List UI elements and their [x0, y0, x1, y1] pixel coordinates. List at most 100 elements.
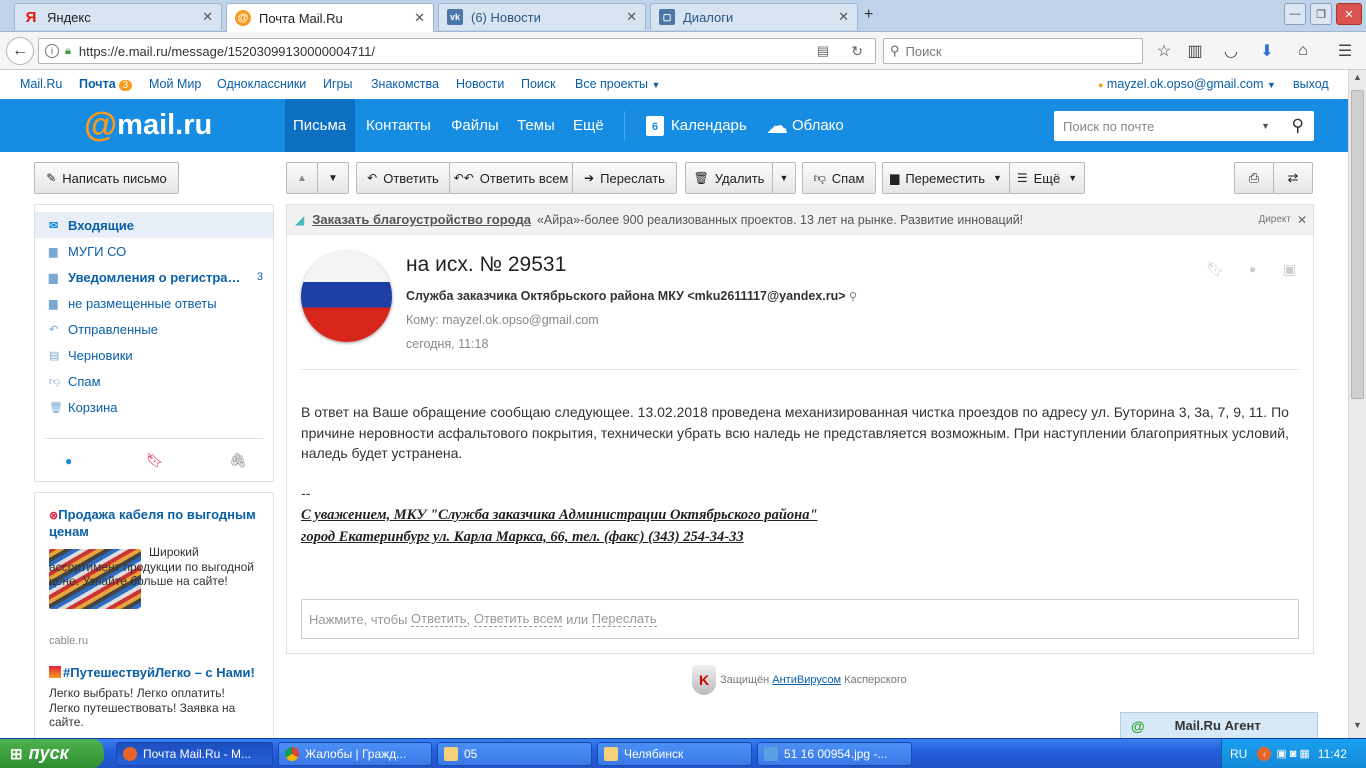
library-icon[interactable]: ▥ — [1185, 41, 1205, 61]
scrollbar-thumb[interactable] — [1351, 90, 1364, 399]
tab-mailru[interactable]: @ Почта Mail.Ru ✕ — [226, 3, 434, 32]
back-button[interactable]: ← — [6, 37, 34, 65]
toggle-view-button[interactable]: ⇄ — [1273, 162, 1313, 194]
message-from[interactable]: Служба заказчика Октябрьского района МКУ… — [406, 289, 857, 303]
portal-link-ok[interactable]: Одноклассники — [217, 77, 306, 91]
home-icon[interactable]: ⌂ — [1293, 41, 1313, 61]
reply-all-button[interactable]: ↶↶ Ответить всем — [449, 162, 573, 194]
minimize-button[interactable]: — — [1284, 3, 1306, 25]
nav-cloud[interactable]: ☁ Облако — [758, 99, 852, 152]
tab-vk-news[interactable]: vk (6) Новости ✕ — [438, 3, 646, 30]
delete-dropdown-button[interactable]: ▼ — [772, 162, 796, 194]
portal-link-moymir[interactable]: Мой Мир — [149, 77, 201, 91]
page-scrollbar[interactable]: ▲ ▼ — [1348, 70, 1366, 738]
search-icon[interactable]: ⚲ — [1292, 116, 1304, 136]
tray-arrow-icon[interactable]: ‹ — [1257, 746, 1272, 761]
start-button[interactable]: ⊞ пуск — [0, 739, 104, 768]
scroll-down-icon[interactable]: ▼ — [1350, 720, 1365, 735]
reload-icon[interactable]: ↻ — [851, 43, 863, 60]
close-icon[interactable]: ✕ — [1297, 213, 1307, 227]
nav-themes[interactable]: Темы — [509, 99, 563, 152]
calendar-icon[interactable]: ▣ — [1283, 261, 1296, 278]
sidebar-item-mugi[interactable]: ▆ МУГИ СО — [35, 238, 273, 264]
user-menu[interactable]: ● mayzel.ok.opso@gmail.com ▼ — [1098, 77, 1276, 91]
menu-icon[interactable]: ☰ — [1335, 41, 1355, 61]
search-icon[interactable]: ⚲ — [849, 291, 857, 303]
close-window-button[interactable]: ✕ — [1336, 3, 1362, 25]
taskbar-item-folder-chelyabinsk[interactable]: Челябинск — [597, 742, 752, 766]
taskbar-item-chrome[interactable]: Жалобы | Гражд... — [278, 742, 432, 766]
sidebar-item-inbox[interactable]: ✉ Входящие — [35, 212, 273, 238]
portal-link-mail[interactable]: Почта 3 — [79, 77, 133, 91]
maximize-button[interactable]: ❐ — [1310, 3, 1332, 25]
scroll-up-icon[interactable]: ▲ — [1350, 72, 1365, 87]
close-icon[interactable]: ✕ — [838, 9, 849, 25]
sidebar-item-notifications[interactable]: ▆ Уведомления о регистра… 3 — [35, 264, 273, 290]
more-button[interactable]: ☰ Ещё ▼ — [1009, 162, 1085, 194]
portal-link-mailru[interactable]: Mail.Ru — [20, 77, 62, 91]
new-tab-button[interactable]: + — [864, 6, 873, 24]
bookmark-star-icon[interactable]: ☆ — [1154, 41, 1174, 61]
tab-yandex[interactable]: Я Яндекс ✕ — [14, 3, 222, 30]
nav-more[interactable]: Ещё — [565, 99, 612, 152]
sidebar-item-drafts[interactable]: ▤ Черновики — [35, 342, 273, 368]
portal-link-dating[interactable]: Знакомства — [371, 77, 439, 91]
sidebar-item-trash[interactable]: 🗑︎ Корзина — [35, 394, 273, 420]
antivirus-link[interactable]: АнтиВирусом — [772, 674, 841, 686]
flag-icon[interactable]: 🔖︎ — [1206, 260, 1225, 278]
portal-link-all-projects[interactable]: Все проекты ▼ — [575, 77, 660, 91]
read-status-icon[interactable]: ● — [1249, 262, 1256, 276]
ad-cable-domain[interactable]: cable.ru — [49, 635, 88, 647]
portal-link-search[interactable]: Поиск — [521, 77, 556, 91]
prev-message-button[interactable]: ▲ — [286, 162, 318, 194]
portal-link-games[interactable]: Игры — [323, 77, 352, 91]
compose-button[interactable]: ✎ Написать письмо — [34, 162, 179, 194]
spam-button[interactable]: 👎︎ Спам — [802, 162, 876, 194]
close-icon[interactable]: ✕ — [414, 10, 425, 26]
portal-link-news[interactable]: Новости — [456, 77, 504, 91]
info-icon[interactable]: i — [45, 44, 59, 58]
next-message-button[interactable]: ▼ — [317, 162, 349, 194]
quick-reply-box[interactable]: Нажмите, чтобы Ответить, Ответить всем и… — [301, 599, 1299, 639]
sidebar-item-spam[interactable]: 👎︎ Спам — [35, 368, 273, 394]
taskbar-item-firefox[interactable]: Почта Mail.Ru - M... — [116, 742, 273, 766]
sidebar-item-unposted[interactable]: ▆ не размещенные ответы — [35, 290, 273, 316]
print-button[interactable]: ⎙ — [1234, 162, 1274, 194]
tray-app-icon[interactable]: ▦ — [1299, 747, 1309, 760]
tray-volume-icon[interactable]: ◙ — [1290, 748, 1297, 760]
direct-ad-link[interactable]: Заказать благоустройство города — [312, 212, 531, 227]
nav-letters[interactable]: Письма — [285, 99, 355, 152]
flagged-filter-icon[interactable]: 🔖︎ — [146, 452, 164, 469]
language-indicator[interactable]: RU — [1230, 747, 1247, 761]
close-icon[interactable]: ✕ — [202, 9, 213, 25]
nav-files[interactable]: Файлы — [443, 99, 507, 152]
ad-cable-title[interactable]: ⊗Продажа кабеля по выгодным ценам — [49, 507, 264, 540]
chevron-down-icon[interactable]: ▼ — [1261, 121, 1270, 131]
quick-reply-all-link[interactable]: Ответить всем — [473, 611, 563, 627]
tab-vk-dialogs[interactable]: ▢ Диалоги ✕ — [650, 3, 858, 30]
logout-link[interactable]: выход — [1293, 77, 1329, 91]
reply-button[interactable]: ↶ Ответить — [356, 162, 450, 194]
mail-search-input[interactable]: Поиск по почте ▼ ⚲ — [1054, 111, 1314, 141]
attachment-filter-icon[interactable]: 🖇︎ — [229, 452, 247, 469]
unread-filter-icon[interactable]: ● — [65, 454, 72, 468]
move-button[interactable]: ▆ Переместить ▼ — [882, 162, 1010, 194]
mailru-logo[interactable]: @ mail.ru — [84, 105, 212, 145]
taskbar-item-image-viewer[interactable]: 51 16 00954.jpg -... — [757, 742, 912, 766]
url-text[interactable]: https://e.mail.ru/message/15203099130000… — [79, 44, 375, 59]
nav-contacts[interactable]: Контакты — [358, 99, 439, 152]
sidebar-item-sent[interactable]: ↶ Отправленные — [35, 316, 273, 342]
tray-network-icon[interactable]: ▣ — [1276, 747, 1286, 760]
nav-calendar[interactable]: 6 Календарь — [638, 99, 755, 152]
browser-search-input[interactable]: ⚲ Поиск — [883, 38, 1143, 64]
downloads-icon[interactable]: ⬇ — [1257, 41, 1277, 61]
reader-view-icon[interactable]: ▤ — [817, 43, 829, 59]
ad-travel-title[interactable]: #ПутешествуйЛегко – с Нами! — [49, 665, 269, 681]
sender-avatar[interactable] — [301, 251, 392, 342]
forward-button[interactable]: ➔ Переслать — [572, 162, 677, 194]
url-bar[interactable]: i 🔒︎ https://e.mail.ru/message/152030991… — [38, 38, 876, 64]
delete-button[interactable]: 🗑︎ Удалить — [685, 162, 773, 194]
pocket-icon[interactable]: ◡ — [1221, 41, 1241, 61]
mailru-agent-bar[interactable]: @ Mail.Ru Агент — [1120, 712, 1318, 738]
close-icon[interactable]: ✕ — [626, 9, 637, 25]
